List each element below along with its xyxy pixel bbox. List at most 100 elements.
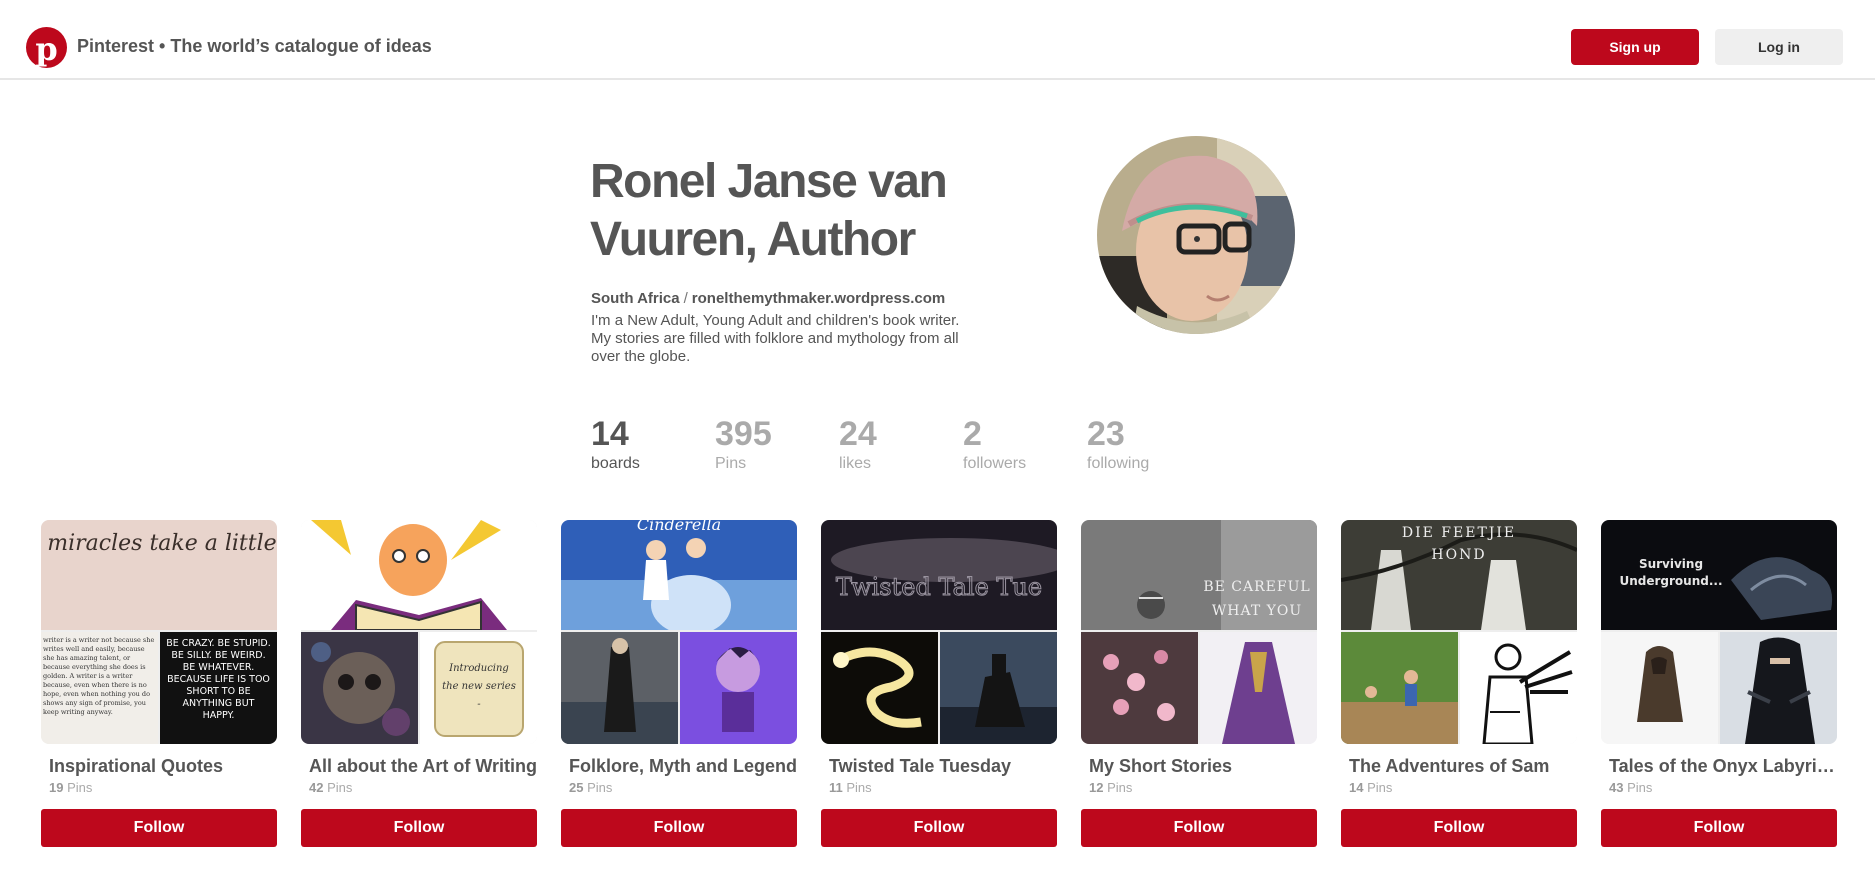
cover-title-text: DIE FEETJIE HOND bbox=[1401, 525, 1517, 563]
pin-count-label: Pins bbox=[1367, 780, 1393, 795]
board-pin-count: 19 Pins bbox=[41, 780, 277, 795]
cover-image-top: DIE FEETJIE HOND bbox=[1341, 520, 1577, 630]
cover-image-right: Introducing the new series - bbox=[420, 632, 537, 744]
cover-image-top: Twisted Tale Tue bbox=[821, 520, 1057, 630]
board-pin-count: 43 Pins bbox=[1601, 780, 1837, 795]
stat-label: following bbox=[1087, 455, 1150, 472]
cover-image-right: BE CRAZY. BE STUPID. BE SILLY. BE WEIRD.… bbox=[160, 632, 277, 744]
stat-value: 395 bbox=[715, 415, 772, 453]
profile-name: Ronel Janse van Vuuren, Author bbox=[590, 155, 948, 266]
stat-label: boards bbox=[591, 455, 640, 472]
profile-location: South Africa bbox=[591, 290, 680, 307]
pin-count-value: 43 bbox=[1609, 780, 1624, 795]
follow-button[interactable]: Follow bbox=[1081, 809, 1317, 847]
cover-text-right: BE CRAZY. BE STUPID. BE SILLY. BE WEIRD.… bbox=[166, 638, 271, 721]
stat-following[interactable]: 23 following bbox=[1087, 414, 1197, 474]
cover-image-right bbox=[940, 632, 1057, 744]
follow-button[interactable]: Follow bbox=[41, 809, 277, 847]
cover-text-right: Introducing the new series - bbox=[442, 663, 516, 710]
cover-image-top: Even miracles take a little time bbox=[41, 520, 277, 630]
board-cover[interactable]: Twisted Tale Tue bbox=[821, 520, 1057, 744]
cover-quote-text: Even miracles take a little time bbox=[41, 531, 277, 556]
board-cover[interactable]: Surviving Underground... bbox=[1601, 520, 1837, 744]
board-title[interactable]: Folklore, Myth and Legend bbox=[561, 756, 797, 777]
pin-count-value: 14 bbox=[1349, 780, 1364, 795]
board-pin-count: 11 Pins bbox=[821, 780, 1057, 795]
cover-image-right bbox=[1200, 632, 1317, 744]
follow-button[interactable]: Follow bbox=[301, 809, 537, 847]
cover-image-left bbox=[561, 632, 678, 744]
cover-title-text: BE CAREFUL WHAT YOU bbox=[1203, 579, 1311, 619]
board-title[interactable]: My Short Stories bbox=[1081, 756, 1317, 777]
board-cover[interactable]: DIE FEETJIE HOND bbox=[1341, 520, 1577, 744]
pin-count-value: 12 bbox=[1089, 780, 1104, 795]
stat-label: Pins bbox=[715, 455, 747, 472]
board-title[interactable]: Inspirational Quotes bbox=[41, 756, 277, 777]
signup-button[interactable]: Sign up bbox=[1571, 29, 1699, 65]
cover-image-left bbox=[1341, 632, 1458, 744]
stat-value: 24 bbox=[839, 415, 877, 453]
pin-count-value: 25 bbox=[569, 780, 584, 795]
profile-meta: South Africa / ronelthemythmaker.wordpress… bbox=[591, 290, 945, 307]
cover-text-left: writer is a writer not because she write… bbox=[43, 636, 155, 716]
pin-count-label: Pins bbox=[1107, 780, 1133, 795]
board-cover[interactable]: Cinderella bbox=[561, 520, 797, 744]
board-card[interactable]: Cinderella Folklore, Myth and Legend 25 … bbox=[561, 520, 797, 847]
board-card[interactable]: BE CAREFUL WHAT YOU My Short Stories 12 … bbox=[1081, 520, 1317, 847]
meta-separator: / bbox=[683, 290, 688, 307]
board-pin-count: 14 Pins bbox=[1341, 780, 1577, 795]
board-cover[interactable]: BE CAREFUL WHAT YOU bbox=[1081, 520, 1317, 744]
logo-letter: p bbox=[35, 29, 58, 68]
stat-value: 2 bbox=[963, 415, 982, 453]
board-title[interactable]: All about the Art of Writing bbox=[301, 756, 537, 777]
stat-followers[interactable]: 2 followers bbox=[963, 414, 1073, 474]
board-card[interactable]: DIE FEETJIE HOND The Adventures of Sam 1… bbox=[1341, 520, 1577, 847]
cover-image-top: Surviving Underground... bbox=[1601, 520, 1837, 630]
cover-image-right bbox=[1720, 632, 1837, 744]
board-card[interactable]: Surviving Underground... Tales of the On… bbox=[1601, 520, 1837, 847]
profile-website-link[interactable]: ronelthemythmaker.wordpress.com bbox=[692, 290, 945, 307]
board-title[interactable]: Twisted Tale Tuesday bbox=[821, 756, 1057, 777]
pin-count-label: Pins bbox=[846, 780, 872, 795]
board-cover[interactable]: Introducing the new series - bbox=[301, 520, 537, 744]
profile-bio: I'm a New Adult, Young Adult and childre… bbox=[591, 312, 960, 365]
follow-button[interactable]: Follow bbox=[1601, 809, 1837, 847]
site-title[interactable]: Pinterest • The world’s catalogue of ide… bbox=[77, 36, 432, 57]
stat-value: 23 bbox=[1087, 415, 1125, 453]
stat-value: 14 bbox=[591, 415, 629, 453]
board-pin-count: 42 Pins bbox=[301, 780, 537, 795]
follow-button[interactable]: Follow bbox=[1341, 809, 1577, 847]
board-cover[interactable]: Even miracles take a little time writer … bbox=[41, 520, 277, 744]
board-card[interactable]: Twisted Tale Tue Twisted Tale Tuesday 11… bbox=[821, 520, 1057, 847]
board-card[interactable]: Even miracles take a little time writer … bbox=[41, 520, 277, 847]
cover-image-right bbox=[1460, 632, 1577, 744]
avatar bbox=[1097, 136, 1295, 334]
pinterest-logo-icon[interactable]: p bbox=[26, 27, 67, 68]
cover-image-top: BE CAREFUL WHAT YOU bbox=[1081, 520, 1317, 630]
stat-label: likes bbox=[839, 455, 872, 472]
stat-boards[interactable]: 14 boards bbox=[591, 414, 701, 474]
pin-count-label: Pins bbox=[1627, 780, 1653, 795]
cover-title-text: Surviving Underground... bbox=[1619, 557, 1723, 588]
pin-count-value: 42 bbox=[309, 780, 324, 795]
cover-image-right bbox=[680, 632, 797, 744]
stat-likes[interactable]: 24 likes bbox=[839, 414, 949, 474]
board-card[interactable]: Introducing the new series - All about t… bbox=[301, 520, 537, 847]
stat-label: followers bbox=[963, 455, 1027, 472]
cover-title-text: Twisted Tale Tue bbox=[836, 573, 1042, 601]
cover-image-left bbox=[1601, 632, 1718, 744]
cover-image-top bbox=[301, 520, 537, 630]
board-title[interactable]: The Adventures of Sam bbox=[1341, 756, 1577, 777]
follow-button[interactable]: Follow bbox=[821, 809, 1057, 847]
stat-pins[interactable]: 395 Pins bbox=[715, 414, 825, 474]
pin-count-label: Pins bbox=[587, 780, 613, 795]
cover-title-text: Cinderella bbox=[637, 520, 721, 534]
site-header: p Pinterest • The world’s catalogue of i… bbox=[0, 0, 1875, 80]
pin-count-label: Pins bbox=[327, 780, 353, 795]
board-pin-count: 12 Pins bbox=[1081, 780, 1317, 795]
pin-count-value: 11 bbox=[829, 780, 843, 795]
board-title[interactable]: Tales of the Onyx Labyrinth bbox=[1601, 756, 1837, 777]
login-button[interactable]: Log in bbox=[1715, 29, 1843, 65]
follow-button[interactable]: Follow bbox=[561, 809, 797, 847]
pin-count-label: Pins bbox=[67, 780, 93, 795]
